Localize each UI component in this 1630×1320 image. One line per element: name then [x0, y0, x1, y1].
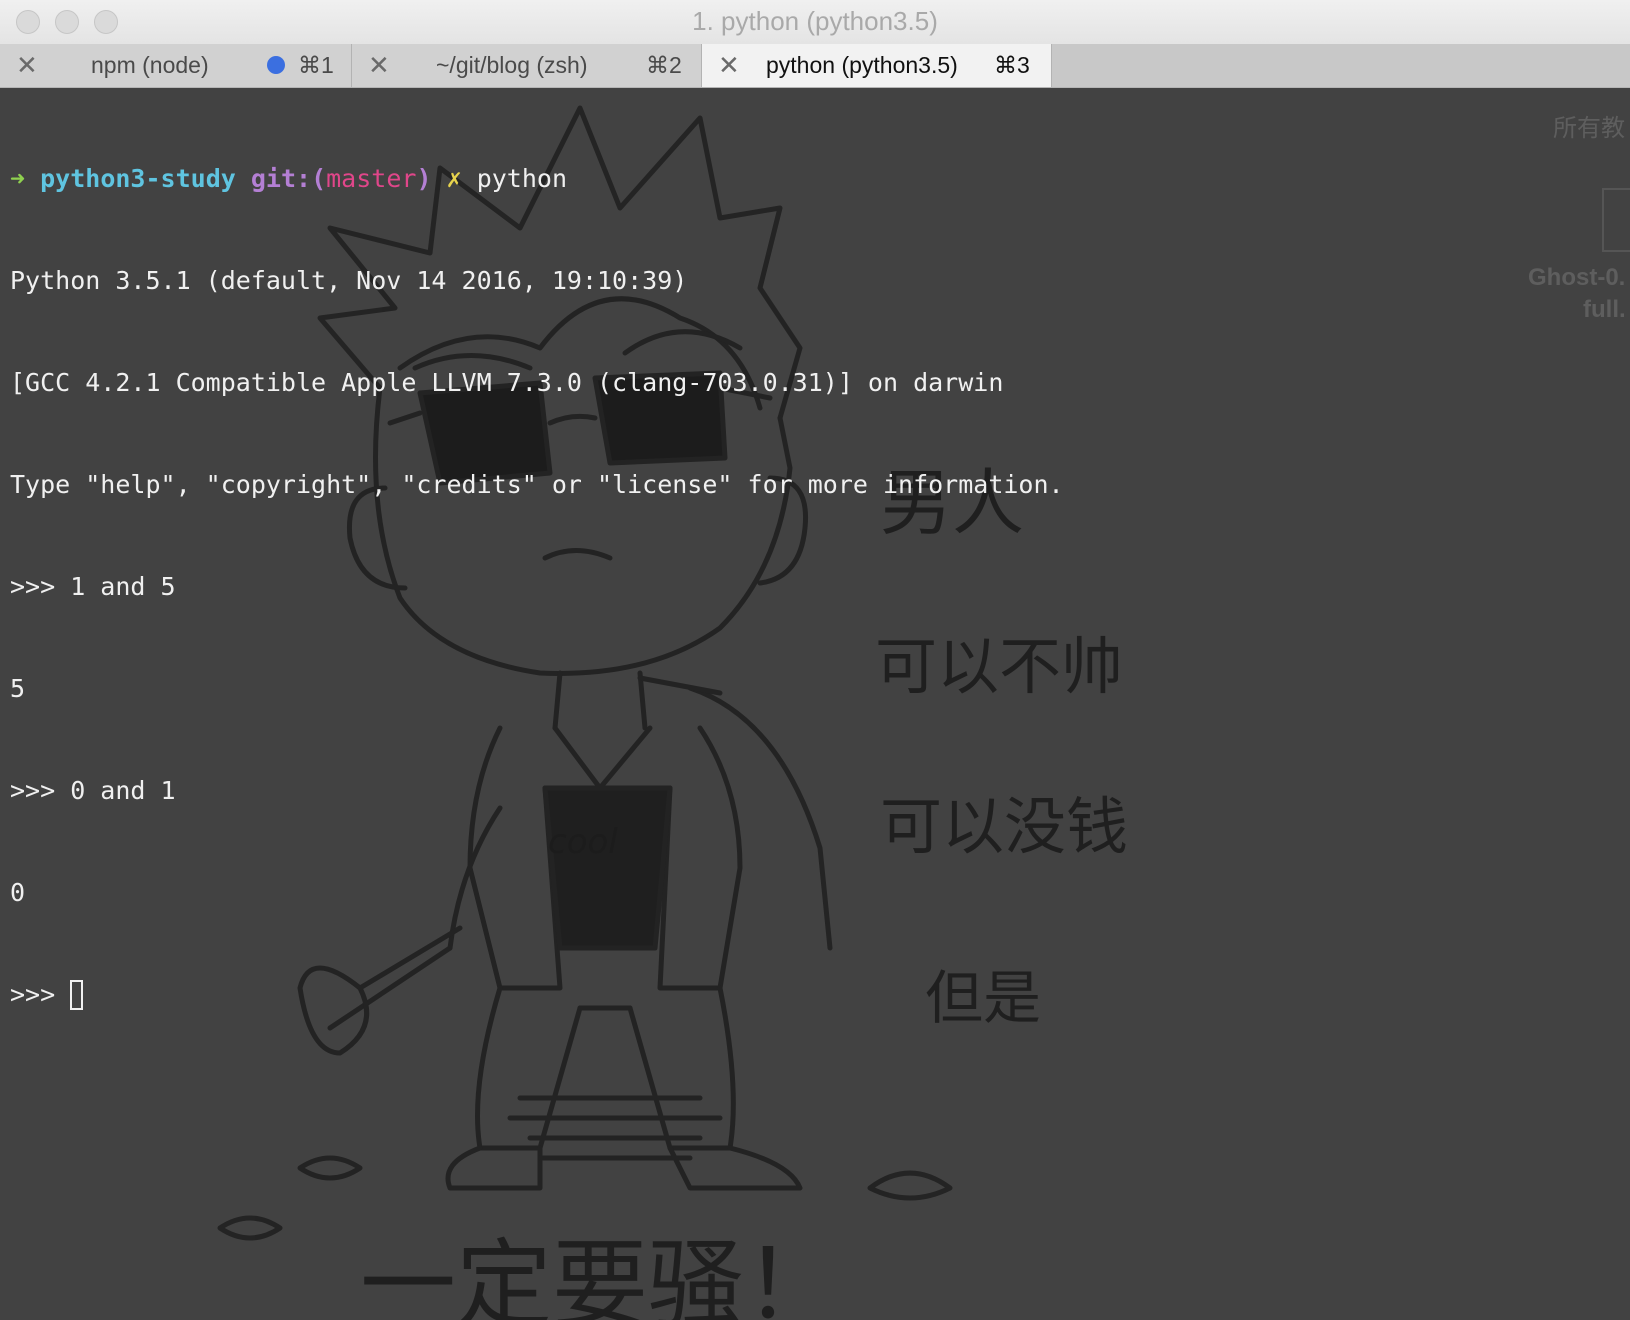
terminal-window: 1. python (python3.5) ✕ npm (node) ⌘1 ✕ … [0, 0, 1630, 1320]
window-title: 1. python (python3.5) [692, 6, 938, 36]
terminal-pane[interactable]: cool 男人 可以不帅 可以没钱 但是 一定要骚！ 所有教 Ghost-0. … [0, 88, 1630, 1320]
desktop-label: 所有教 [1553, 115, 1625, 142]
tab-label: ~/git/blog (zsh) [436, 52, 588, 78]
title-bar: 1. python (python3.5) [0, 0, 1630, 45]
art-text-line5: 一定要骚！ [360, 1229, 840, 1320]
tab-python[interactable]: ✕ python (python3.5) ⌘3 [702, 44, 1052, 87]
tab-npm[interactable]: ✕ npm (node) ⌘1 [0, 44, 352, 87]
output-line: Python 3.5.1 (default, Nov 14 2016, 19:1… [10, 266, 688, 295]
output-line: >>> 1 and 5 [10, 572, 176, 601]
tab-shortcut: ⌘3 [994, 52, 1030, 78]
prompt-git-prefix: git:( [250, 164, 327, 193]
output-line: 0 [10, 878, 26, 907]
prompt-command: python [476, 164, 567, 193]
tab-shortcut: ⌘2 [646, 52, 682, 78]
output-line: Type "help", "copyright", "credits" or "… [10, 470, 1064, 499]
close-icon[interactable]: ✕ [368, 52, 390, 78]
terminal-output: ➜ python3-study git:(master) ✗ python Py… [10, 94, 1064, 1080]
close-icon[interactable]: ✕ [16, 52, 38, 78]
desktop-file-icon [1602, 188, 1630, 252]
desktop-file-name-2: full. [1583, 296, 1626, 323]
prompt-branch: master [326, 164, 417, 193]
desktop-file-name: Ghost-0. [1528, 264, 1626, 291]
python-input-line[interactable]: >>> [10, 978, 1064, 1012]
python-prompt: >>> [10, 980, 71, 1009]
prompt-directory: python3-study [40, 164, 236, 193]
text-cursor [70, 980, 84, 1010]
prompt-dirty-icon: ✗ [446, 164, 462, 193]
tab-label: python (python3.5) [766, 52, 958, 78]
tab-label: npm (node) [91, 52, 209, 78]
output-line: [GCC 4.2.1 Compatible Apple LLVM 7.3.0 (… [10, 368, 1004, 397]
tab-blog[interactable]: ✕ ~/git/blog (zsh) ⌘2 [352, 44, 702, 87]
output-line: 5 [10, 674, 26, 703]
tab-bar: ✕ npm (node) ⌘1 ✕ ~/git/blog (zsh) ⌘2 ✕ … [0, 44, 1630, 88]
prompt-git-suffix: ) [416, 164, 432, 193]
output-line: >>> 0 and 1 [10, 776, 176, 805]
prompt-arrow-icon: ➜ [10, 164, 26, 193]
close-icon[interactable]: ✕ [718, 52, 740, 78]
activity-dot-icon [267, 56, 285, 74]
tab-shortcut: ⌘1 [298, 52, 334, 78]
shell-prompt-line: ➜ python3-study git:(master) ✗ python [10, 162, 1064, 196]
